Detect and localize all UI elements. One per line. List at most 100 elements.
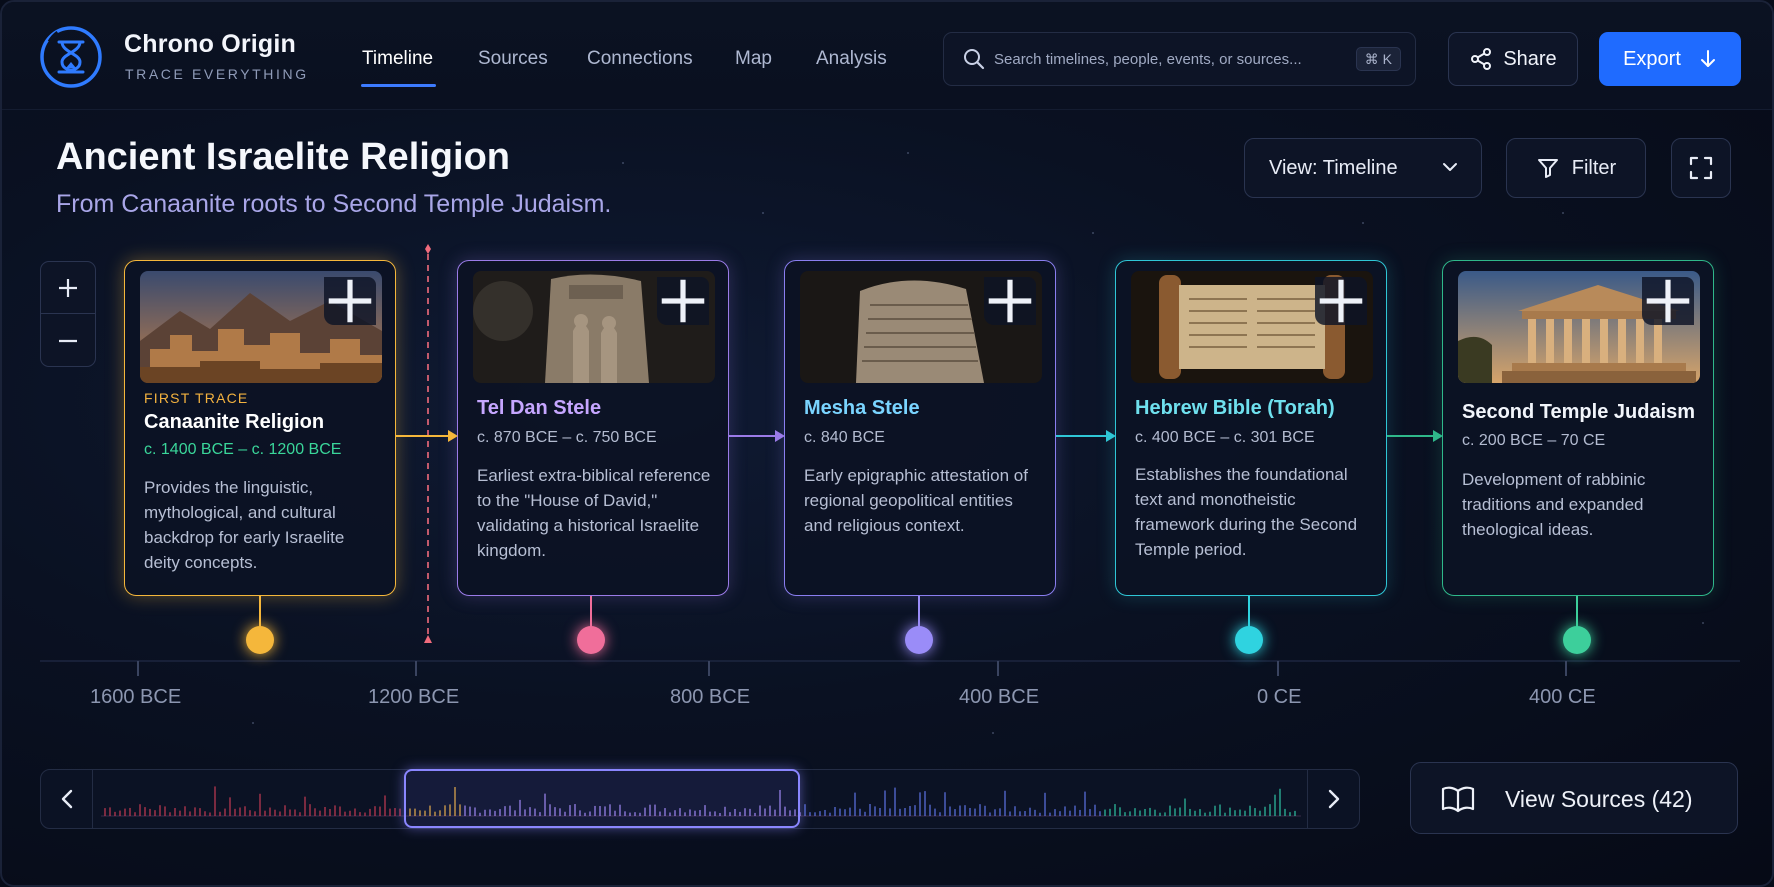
add-event-button[interactable] [984,277,1036,325]
axis-tick [1565,661,1567,676]
fullscreen-icon [1689,156,1713,180]
star [762,212,764,214]
export-label: Export [1623,47,1681,70]
plus-icon [661,279,705,323]
search-box[interactable]: ⌘ K [943,32,1416,86]
star [1562,212,1564,214]
star [1702,622,1704,624]
timeline-dot-second-temple[interactable] [1563,626,1591,654]
axis-label-1600-bce: 1600 BCE [90,686,182,708]
event-card-canaanite-religion[interactable]: FIRST TRACE Canaanite Religion c. 1400 B… [124,260,396,596]
axis-tick [708,661,710,676]
view-sources-button[interactable]: View Sources (42) [1410,762,1738,834]
axis-label-0-ce: 0 CE [1257,686,1302,708]
share-button[interactable]: Share [1448,32,1578,86]
nav-sources[interactable]: Sources [478,48,548,70]
axis-tick [415,661,417,676]
event-card-mesha-stele[interactable]: Mesha Stele c. 840 BCE Early epigraphic … [784,260,1056,596]
event-title: Second Temple Judaism [1462,401,1696,423]
timeline-dot-torah[interactable] [1235,626,1263,654]
active-tab-indicator [361,84,436,87]
download-arrow-icon [1700,50,1715,67]
event-card-hebrew-bible-torah[interactable]: Hebrew Bible (Torah) c. 400 BCE – c. 301… [1115,260,1387,596]
timeline-dot-mesha[interactable] [905,626,933,654]
share-icon [1471,48,1492,70]
event-date: c. 840 BCE [804,429,885,446]
filter-button[interactable]: Filter [1506,138,1646,198]
event-description: Development of rabbinic traditions and e… [1462,470,1646,539]
tel-dan-stele-image [473,271,715,383]
top-bar: Chrono Origin TRACE EVERYTHING Timeline … [2,2,1772,110]
event-description: Earliest extra-biblical reference to the… [477,466,711,560]
timeline-dot-tel-dan[interactable] [577,626,605,654]
chevron-left-icon [61,789,72,809]
event-description: Establishes the foundational text and mo… [1135,465,1358,559]
connection-arrow [729,430,785,442]
hourglass-logo-icon [40,26,102,88]
event-date: c. 200 BCE – 70 CE [1462,432,1606,449]
star [1362,222,1364,224]
axis-label-1200-bce: 1200 BCE [368,686,460,708]
first-trace-badge: FIRST TRACE [144,390,249,406]
temple-image [1458,271,1700,383]
add-event-button[interactable] [324,277,376,325]
zoom-controls [40,261,96,367]
connection-arrow [1387,430,1443,442]
minimap-next-button[interactable] [1307,770,1359,828]
nav-timeline[interactable]: Timeline [362,48,433,70]
axis-tick [997,661,999,676]
zoom-out-button[interactable] [41,315,95,367]
chevron-down-icon [1443,163,1457,171]
fullscreen-button[interactable] [1671,138,1731,198]
star [252,722,254,724]
minus-icon [59,339,77,343]
chevron-right-icon [1328,789,1339,809]
view-mode-label: View: Timeline [1269,157,1398,179]
brand-tagline: TRACE EVERYTHING [125,66,309,82]
connection-arrow [1056,430,1116,442]
book-icon [1441,786,1475,813]
axis-tick [137,661,139,676]
event-title: Canaanite Religion [144,411,325,433]
connection-arrow [396,430,458,442]
page-title: Ancient Israelite Religion [56,136,510,178]
plus-icon [59,278,77,297]
event-description: Provides the linguistic, mythological, a… [144,478,345,572]
plus-icon [1319,279,1363,323]
axis-label-400-ce: 400 CE [1529,686,1596,708]
export-button[interactable]: Export [1599,32,1741,86]
minimap-prev-button[interactable] [41,770,93,828]
timeline-dot-canaanite[interactable] [246,626,274,654]
view-mode-select[interactable]: View: Timeline [1244,138,1482,198]
search-input[interactable] [994,43,1334,75]
event-description: Early epigraphic attestation of regional… [804,466,1028,535]
app-window: Chrono Origin TRACE EVERYTHING Timeline … [0,0,1774,887]
zoom-in-button[interactable] [41,262,95,314]
star [622,162,624,164]
event-date: c. 1400 BCE – c. 1200 BCE [144,441,342,458]
current-time-marker [424,244,432,643]
event-date: c. 870 BCE – c. 750 BCE [477,429,657,446]
filter-label: Filter [1571,156,1617,179]
event-title: Tel Dan Stele [477,397,602,419]
add-event-button[interactable] [1315,277,1367,325]
nav-analysis[interactable]: Analysis [816,48,887,70]
plus-icon [328,279,372,323]
event-card-tel-dan-stele[interactable]: Tel Dan Stele c. 870 BCE – c. 750 BCE Ea… [457,260,729,596]
plus-icon [988,279,1032,323]
brand-name: Chrono Origin [124,30,297,58]
share-label: Share [1503,47,1557,70]
add-event-button[interactable] [657,277,709,325]
add-event-button[interactable] [1642,277,1694,325]
nav-map[interactable]: Map [735,48,772,70]
mesha-stele-image [800,271,1042,383]
plus-icon [1646,279,1690,323]
filter-icon [1537,159,1558,178]
axis-tick [1277,661,1279,676]
event-card-second-temple-judaism[interactable]: Second Temple Judaism c. 200 BCE – 70 CE… [1442,260,1714,596]
nav-connections[interactable]: Connections [587,48,693,70]
minimap-viewport-window[interactable] [404,769,800,828]
search-icon [964,49,985,70]
star [992,732,994,734]
axis-label-800-bce: 800 BCE [670,686,751,708]
